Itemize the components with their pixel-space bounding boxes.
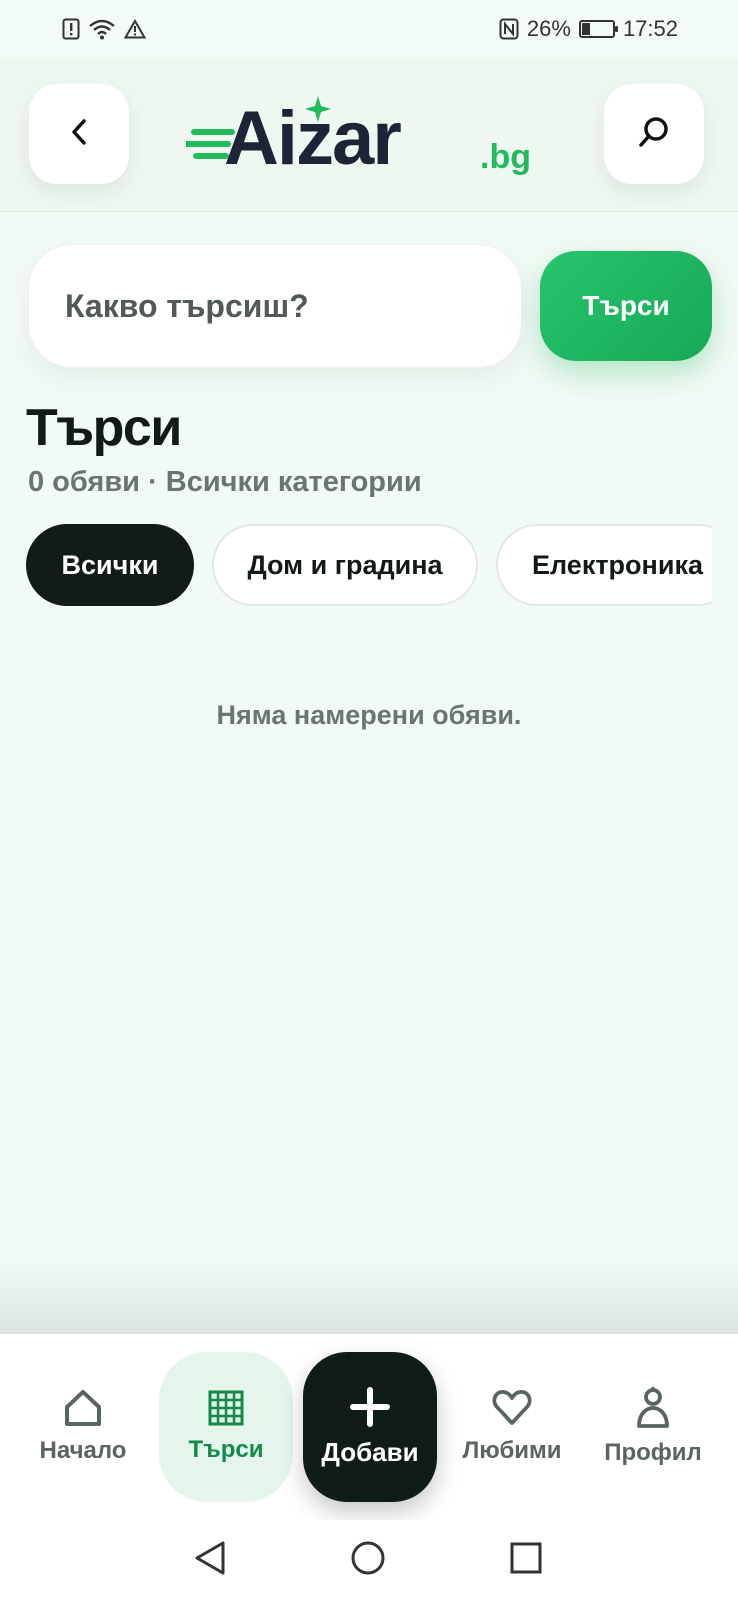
app-logo: Aizar .bg [183,88,556,188]
nav-search[interactable]: Търси [159,1352,293,1502]
nav-profile[interactable]: Профил [586,1352,720,1502]
status-bar: 26% 17:52 [0,0,738,58]
nav-favorites[interactable]: Любими [445,1352,579,1502]
chevron-left-icon [68,117,90,152]
user-icon [635,1387,671,1429]
logo-suffix-text: .bg [480,138,531,176]
plus-icon [350,1386,390,1427]
app-header: Aizar .bg [0,58,738,212]
search-field[interactable] [28,244,522,368]
bottom-shade [0,1262,738,1334]
wifi-icon [88,18,116,40]
empty-state-message: Няма намерени обяви. [216,700,522,730]
status-right: 26% 17:52 [499,16,678,42]
nav-home[interactable]: Начало [16,1352,150,1502]
system-home-button[interactable] [348,1540,388,1580]
grid-icon [208,1390,244,1426]
category-chip-home-garden[interactable]: Дом и градина [212,524,478,606]
header-search-button[interactable] [604,84,704,184]
status-left [62,18,146,40]
heart-icon [492,1389,532,1427]
search-input[interactable] [65,287,495,325]
category-chips: Всички Дом и градина Електроника [26,524,712,612]
clock: 17:52 [622,16,678,41]
system-back-button[interactable] [190,1540,230,1580]
home-icon [63,1389,103,1427]
nav-add-label: Добави [321,1436,419,1467]
nav-search-label: Търси [188,1436,264,1463]
nav-add-button[interactable]: Добави [303,1352,437,1502]
search-icon [637,115,671,154]
logo-main-text: Aizar [224,96,401,181]
circle-home-icon [350,1540,386,1581]
category-chip-electronics[interactable]: Електроника [496,524,712,606]
battery-icon [578,20,618,38]
system-navigation [0,1520,738,1600]
nav-home-label: Начало [39,1437,127,1464]
category-chip-all[interactable]: Всички [26,524,194,606]
warning-icon [124,19,146,39]
nfc-icon [499,18,519,40]
system-recents-button[interactable] [506,1540,546,1580]
search-submit-button[interactable]: Търси [540,251,712,361]
battery-percent: 26% [526,16,571,41]
back-button[interactable] [29,84,129,184]
results-summary: 0 обяви · Всички категории [28,466,422,498]
square-recents-icon [509,1541,543,1580]
triangle-back-icon [193,1540,227,1581]
nav-favorites-label: Любими [462,1437,562,1464]
alert-card-icon [62,18,80,40]
page-title: Търси [26,399,182,457]
bottom-navigation: Начало Търси Добави Любими Профил [0,1334,738,1520]
nav-profile-label: Профил [604,1439,702,1466]
